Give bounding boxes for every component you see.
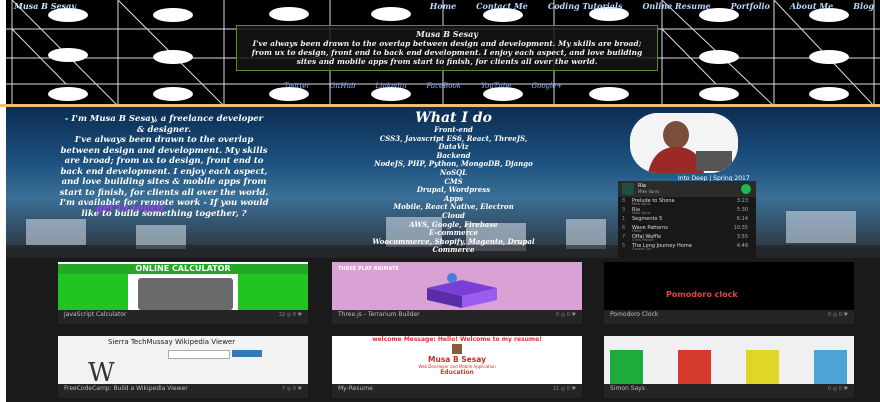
what-i-do-title: What I do [415,110,492,126]
portfolio-grid: ONLINE CALCULATOR JavaScript Calculator … [6,258,880,402]
play-icon[interactable] [741,184,751,194]
nav-home[interactable]: Home [430,1,456,11]
person-avatar-icon [630,113,738,173]
social-youtube[interactable]: YouTube [481,82,512,90]
resume-welcome: welcome Message: Hello! Welcome to my re… [372,336,542,343]
track-row[interactable]: 5 The Long Journey Home Gavriel Zur 4:48 [618,242,756,251]
player-artist: Mike Vanis [638,189,660,194]
nav-contact[interactable]: Contact Me [476,1,528,11]
top-navigation: Musa B Sesay Home Contact Me Coding Tuto… [6,1,880,11]
project-thumbnail [604,336,854,384]
track-row[interactable]: 3 Ria Mike Vanis 5:30 [618,206,756,215]
project-thumbnail: welcome Message: Hello! Welcome to my re… [332,336,582,384]
intro-box: Musa B Sesay I've always been drawn to t… [236,25,658,71]
nav-coding-tutorials[interactable]: Coding Tutorials [548,1,623,11]
project-stats: 0 ◎ 0 ♥ [556,312,576,318]
project-thumbnail: THREE PLAY ANIMATE [332,262,582,310]
nav-portfolio[interactable]: Portfolio [731,1,770,11]
project-card-simon[interactable]: Simon Says 0 ◎ 0 ♥ [604,336,854,398]
project-title: My-Resume [338,385,373,392]
project-title: JavaScript Calculator [64,311,127,318]
social-twitter[interactable]: Twitter [284,82,310,90]
resume-education: Education [440,369,474,376]
project-card-wikipedia[interactable]: Sierra TechMussay Wikipedia Viewer W Fre… [58,336,308,398]
project-thumbnail: Sierra TechMussay Wikipedia Viewer W [58,336,308,388]
social-github[interactable]: GitHub [330,82,356,90]
social-googleplus[interactable]: Google+ [532,82,563,90]
resume-name: Musa B Sesay [428,355,486,364]
pomodoro-heading: Pomodoro clock [666,290,738,299]
what-i-do: What I do Front-end CSS3, Javascript ES6… [346,110,561,255]
hero-banner: Musa B Sesay Home Contact Me Coding Tuto… [6,0,880,106]
project-stats: 0 ◎ 0 ♥ [828,386,848,392]
skill-line: Commerce [432,245,475,255]
project-title: FreeCodeCamp: Build a Wikipedia Viewer [64,385,188,392]
get-in-touch-link[interactable]: get in touch [96,203,164,214]
project-card-terrarium[interactable]: THREE PLAY ANIMATE Three.js - Terrarium … [332,262,582,324]
track-row[interactable]: 1 Segmento 5 6:14 [618,215,756,224]
terrarium-graphic [427,273,497,308]
project-card-calculator[interactable]: ONLINE CALCULATOR JavaScript Calculator … [58,262,308,324]
project-stats: 0 ◎ 0 ♥ [828,312,848,318]
intro-text: I've always been drawn to the overlap be… [251,39,643,66]
project-thumbnail: ONLINE CALCULATOR [58,262,308,310]
project-title: Simon Says [610,385,645,392]
project-stats: 22 ◎ 0 ♥ [278,312,302,318]
nav-links: Home Contact Me Coding Tutorials Online … [410,1,874,11]
social-links: Twitter GitHub Linkedin FaceBook YouTube… [284,82,582,90]
project-card-resume[interactable]: welcome Message: Hello! Welcome to my re… [332,336,582,398]
track-row[interactable]: 8 Prelude to Shona Mike Vanis 3:23 [618,197,756,206]
project-title: Pomodoro Clock [610,311,659,318]
nav-blog[interactable]: Blog [853,1,874,11]
track-row[interactable]: 6 Wave Patterns Other 10:35 [618,224,756,233]
project-thumbnail: Pomodoro clock [604,262,854,310]
player-header: Ria Mike Vanis [618,181,756,197]
social-linkedin[interactable]: Linkedin [376,82,407,90]
about-text: - I'm Musa B Sesay, a freelance develope… [59,114,269,219]
album-cover [622,183,634,195]
about-section: - I'm Musa B Sesay, a freelance develope… [6,107,880,258]
nav-online-resume[interactable]: Online Resume [642,1,710,11]
project-stats: 21 ◎ 0 ♥ [552,386,576,392]
track-row[interactable]: 7 Offal Waffle Chris People 3:55 [618,233,756,242]
site-brand[interactable]: Musa B Sesay [14,1,76,11]
profile-photo [630,113,738,173]
project-stats: 7 ◎ 0 ♥ [282,386,302,392]
project-title: Three.js - Terrarium Builder [338,311,420,318]
intro-name: Musa B Sesay [416,29,478,39]
music-player-widget[interactable]: Ria Mike Vanis 8 Prelude to Shona Mike Van… [618,181,756,258]
wiki-heading: Sierra TechMussay Wikipedia Viewer [108,338,236,346]
calc-heading: ONLINE CALCULATOR [58,264,308,274]
nav-about[interactable]: About Me [790,1,833,11]
project-card-pomodoro[interactable]: Pomodoro clock Pomodoro Clock 0 ◎ 0 ♥ [604,262,854,324]
social-facebook[interactable]: FaceBook [427,82,461,90]
